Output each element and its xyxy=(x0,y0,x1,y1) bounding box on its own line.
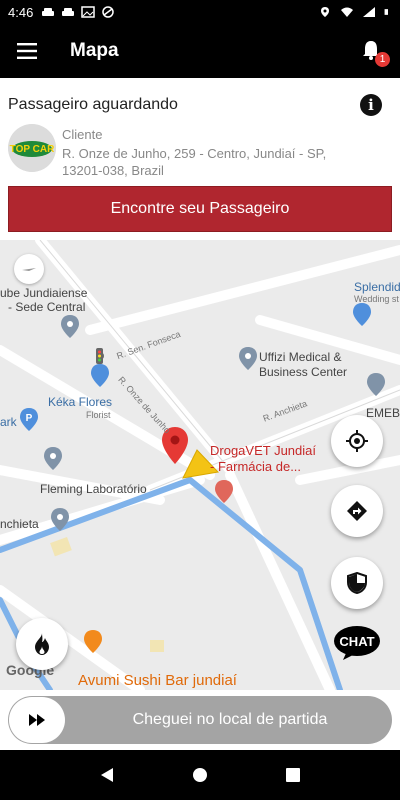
wifi-icon xyxy=(341,7,353,17)
arrival-slider-area: Cheguei no local de partida xyxy=(0,690,400,750)
svg-text:TOP CAR: TOP CAR xyxy=(10,144,55,155)
topcar-logo-icon: TOP CAR xyxy=(8,124,56,172)
home-button[interactable] xyxy=(190,765,210,785)
client-label: Cliente xyxy=(62,127,103,142)
map-label-emeb: EMEB xyxy=(366,406,400,420)
client-address: R. Onze de Junho, 259 - Centro, Jundiaí … xyxy=(62,146,327,178)
shield-icon xyxy=(347,572,367,594)
status-time: 4:46 xyxy=(8,4,34,20)
map-label-fleming: Fleming Laboratório xyxy=(40,482,147,496)
compass-icon xyxy=(22,268,36,271)
my-location-button[interactable] xyxy=(331,415,383,467)
map-view[interactable]: P ube Jundiaiense - Sede Central Splendi… xyxy=(0,240,400,690)
chat-label: CHAT xyxy=(339,634,375,649)
heat-map-button[interactable] xyxy=(16,618,68,670)
blocked-icon xyxy=(102,6,115,18)
map-label-drogavet-1: DrogaVET Jundiaí xyxy=(210,443,316,458)
home-circle-icon xyxy=(192,768,207,782)
status-bar: 4:46 xyxy=(0,0,400,24)
chat-button[interactable]: CHAT xyxy=(333,625,381,661)
car-icon xyxy=(42,8,55,16)
card-title: Passageiro aguardando xyxy=(8,96,178,113)
map-label-avumi: Avumi Sushi Bar jundiaí xyxy=(78,672,237,689)
map-label-splendid: Splendida xyxy=(354,280,400,294)
map-label-uffizi-2: Business Center xyxy=(259,365,348,379)
map-label-uffizi-1: Uffizi Medical & xyxy=(259,350,342,364)
recents-square-icon xyxy=(286,768,301,782)
fire-icon xyxy=(35,633,49,655)
status-left-icons xyxy=(41,6,115,18)
recents-button[interactable] xyxy=(283,765,303,785)
status-right-icons xyxy=(318,6,392,18)
location-icon xyxy=(321,7,329,17)
svg-text:P: P xyxy=(26,413,33,424)
avatar: TOP CAR xyxy=(8,124,56,172)
compass-button[interactable] xyxy=(14,254,44,284)
map-label-clube: ube Jundiaiense xyxy=(0,286,88,300)
page-title: Mapa xyxy=(70,40,119,61)
menu-button[interactable] xyxy=(0,24,54,78)
notification-badge: 1 xyxy=(375,52,390,67)
map-label-wedding: Wedding st xyxy=(354,294,399,304)
map-label-drogavet-2: - Farmácia de... xyxy=(210,459,302,474)
image-icon xyxy=(81,6,96,18)
arrival-slider[interactable]: Cheguei no local de partida xyxy=(8,696,392,744)
info-icon[interactable]: i xyxy=(360,94,382,116)
directions-button[interactable] xyxy=(331,485,383,537)
back-triangle-icon xyxy=(100,768,113,782)
slider-label: Cheguei no local de partida xyxy=(132,711,328,728)
passenger-card: Passageiro aguardando i TOP CAR Cliente … xyxy=(0,78,400,240)
app-bar: Mapa 1 xyxy=(0,24,400,78)
fast-forward-icon xyxy=(29,714,45,726)
directions-icon xyxy=(347,501,367,521)
map-label-sede: - Sede Central xyxy=(8,300,86,314)
slider-knob[interactable] xyxy=(9,697,65,743)
crosshair-icon xyxy=(346,430,368,452)
signal-icon xyxy=(363,7,375,17)
safety-button[interactable] xyxy=(331,557,383,609)
map-label-keka: Kéka Flores xyxy=(48,395,113,409)
battery-icon xyxy=(384,9,388,15)
map-label-ark: ark xyxy=(0,415,17,429)
hamburger-icon xyxy=(17,43,37,59)
car-icon xyxy=(62,8,75,16)
screen: 4:46 Mapa 1 Passageiro aguardando i TOP … xyxy=(0,0,400,800)
map-label-anchieta-left: nchieta xyxy=(0,517,39,531)
system-nav-bar xyxy=(0,750,400,800)
map-label-florist: Florist xyxy=(86,410,111,420)
find-passenger-button[interactable]: Encontre seu Passageiro xyxy=(8,186,392,232)
back-button[interactable] xyxy=(97,765,117,785)
